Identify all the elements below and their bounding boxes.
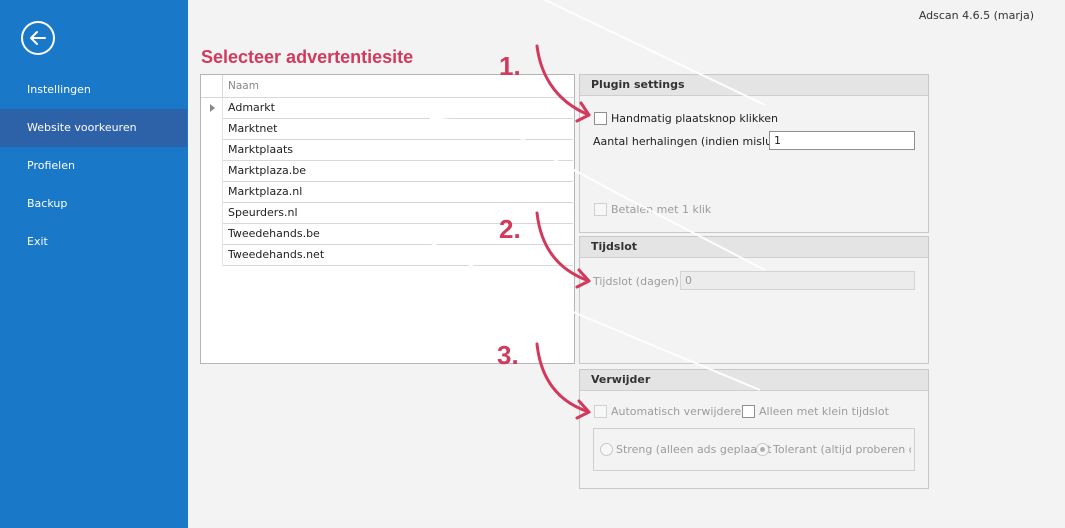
auto-delete-checkbox[interactable]	[594, 405, 607, 418]
timeslot-days-label: Tijdslot (dagen)	[593, 275, 679, 288]
manual-click-checkbox[interactable]	[594, 112, 607, 125]
manual-click-label[interactable]: Handmatig plaatsknop klikken	[611, 112, 778, 125]
list-item-label: Marktnet	[223, 119, 573, 140]
list-item[interactable]: Marktplaats	[201, 140, 574, 161]
page-title: Selecteer advertentiesite	[201, 47, 414, 67]
strict-radio[interactable]	[600, 443, 613, 456]
small-timeslot-label[interactable]: Alleen met klein tijdslot	[759, 405, 889, 418]
row-indicator	[201, 140, 223, 161]
sidebar-item-exit[interactable]: Exit	[0, 223, 187, 261]
repeat-count-input[interactable]: 1	[769, 131, 915, 150]
timeslot-title: Tijdslot	[580, 237, 928, 258]
row-indicator	[201, 119, 223, 140]
row-indicator	[201, 203, 223, 224]
repeat-count-label: Aantal herhalingen (indien mislukt)	[593, 135, 788, 148]
row-indicator	[201, 98, 223, 119]
sidebar-item-backup[interactable]: Backup	[0, 185, 187, 223]
plugin-settings-title: Plugin settings	[580, 75, 928, 96]
tolerant-label[interactable]: Tolerant (altijd proberen de a	[773, 443, 911, 456]
timeslot-group: Tijdslot Tijdslot (dagen) 0	[579, 236, 929, 364]
strict-label[interactable]: Streng (alleen ads geplaatst	[616, 443, 772, 456]
list-item-label: Marktplaats	[223, 140, 573, 161]
delete-group: Verwijder Automatisch verwijderen Alleen…	[579, 369, 929, 489]
list-item[interactable]: Marktnet	[201, 119, 574, 140]
small-timeslot-checkbox[interactable]	[742, 405, 755, 418]
list-item[interactable]: Marktplaza.nl	[201, 182, 574, 203]
sidebar: Instellingen Website voorkeuren Profiele…	[0, 0, 188, 528]
row-indicator-header	[201, 75, 223, 97]
row-indicator	[201, 224, 223, 245]
tolerant-radio[interactable]	[756, 443, 769, 456]
sidebar-item-instellingen[interactable]: Instellingen	[0, 71, 187, 109]
list-item-label: Admarkt	[223, 98, 573, 119]
pay-one-click-checkbox[interactable]	[594, 203, 607, 216]
delete-mode-box: Streng (alleen ads geplaatst Tolerant (a…	[593, 428, 915, 471]
timeslot-days-input[interactable]: 0	[680, 271, 915, 290]
app-version: Adscan 4.6.5 (marja)	[918, 9, 1034, 22]
row-indicator	[201, 182, 223, 203]
plugin-settings-group: Plugin settings Handmatig plaatsknop kli…	[579, 74, 929, 233]
current-row-arrow-icon	[210, 104, 215, 112]
row-indicator	[201, 245, 223, 266]
annotation-step-2: 2.	[499, 214, 521, 244]
list-item[interactable]: Marktplaza.be	[201, 161, 574, 182]
list-item[interactable]: Admarkt	[201, 98, 574, 119]
sidebar-item-website-voorkeuren[interactable]: Website voorkeuren	[0, 109, 187, 147]
delete-title: Verwijder	[580, 370, 928, 391]
sidebar-item-profielen[interactable]: Profielen	[0, 147, 187, 185]
list-item[interactable]: Tweedehands.net	[201, 245, 574, 266]
column-header-naam[interactable]: Naam	[223, 75, 259, 97]
list-item-label: Marktplaza.be	[223, 161, 573, 182]
pay-one-click-label[interactable]: Betalen met 1 klik	[611, 203, 711, 216]
back-arrow-icon[interactable]	[21, 21, 55, 55]
list-item-label: Tweedehands.net	[223, 245, 573, 266]
annotation-step-3: 3.	[497, 340, 519, 370]
list-item-label: Marktplaza.nl	[223, 182, 573, 203]
auto-delete-label[interactable]: Automatisch verwijderen	[611, 405, 748, 418]
annotation-step-1: 1.	[499, 51, 521, 81]
row-indicator	[201, 161, 223, 182]
